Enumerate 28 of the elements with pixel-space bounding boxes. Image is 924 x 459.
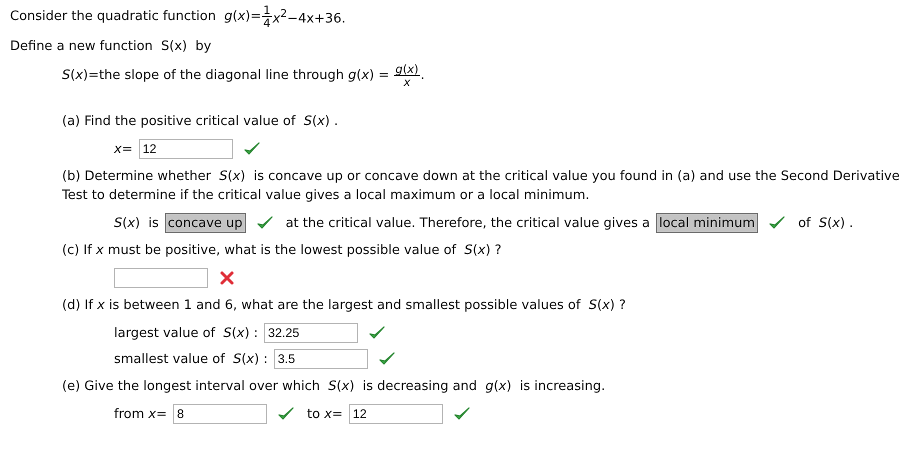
- answer-label: at the critical value. Therefore, the critical value gives a: [286, 216, 650, 230]
- input-field[interactable]: 8: [173, 404, 267, 424]
- question-text: (e) Give the longest interval over which S(x) is decreasing and g(x) is increasing.: [61, 378, 606, 396]
- answer-label: x=: [114, 142, 133, 156]
- dropdown[interactable]: concave up: [164, 213, 246, 233]
- answer-label: S(x) is: [114, 216, 159, 230]
- input-field[interactable]: 12: [138, 139, 233, 159]
- intro-text: Consider the quadratic function: [10, 9, 217, 24]
- definition-text: Define a new function S(x) by: [10, 38, 212, 54]
- formula-text: x$^{2}$−4x+36.: [272, 6, 346, 26]
- answer-label: largest value of S(x) :: [114, 326, 258, 340]
- dropdown[interactable]: local minimum: [656, 213, 758, 233]
- answer-label: smallest value of S(x) :: [114, 352, 268, 366]
- input-field[interactable]: [114, 268, 208, 288]
- formula-text: g(x)=: [224, 9, 262, 24]
- question-text: (b) Determine whether S(x) is concave up or concave down at the critical value you found in (a) and use the Second Derivative Test to determine if the critical value gives a local maximum or a local minimum.: [61, 168, 901, 205]
- answer-label: from x=: [114, 406, 167, 422]
- question-text: (a) Find the positive critical value of S(x) .: [61, 113, 340, 131]
- input-field[interactable]: 12: [348, 404, 443, 424]
- input-field[interactable]: 3.5: [274, 349, 368, 369]
- fraction: 1 4: [262, 4, 272, 29]
- answer-label: to x=: [307, 406, 343, 422]
- answer-label: of S(x) .: [798, 216, 854, 230]
- period-text: .: [420, 68, 425, 83]
- question-text: (c) If x must be positive, what is the lowest possible value of S(x) ?: [61, 242, 503, 260]
- definition-formula: S(x)=the slope of the diagonal line through g(x) =: [62, 68, 390, 83]
- question-text: (d) If x is between 1 and 6, what are the largest and smallest possible values of S(x) ?: [61, 297, 627, 315]
- input-field[interactable]: 32.25: [264, 323, 358, 343]
